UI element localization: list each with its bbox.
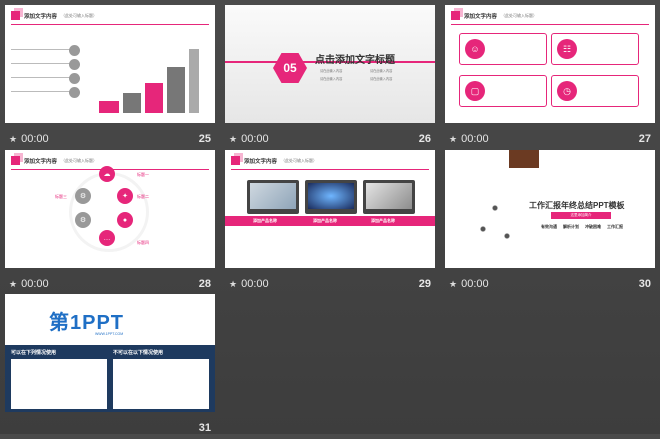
slide-subtitle: （此处可输入标题） (281, 157, 318, 163)
slide-canvas: 添加文字内容 （此处可输入标题） ☺ ☷ ▢ ◷ (445, 5, 655, 123)
slide-time: 00:00 (241, 133, 269, 145)
user-icon: ● (117, 212, 133, 228)
home-icon (69, 45, 80, 56)
slide-meta: ★ 00:00 26 (225, 124, 435, 150)
product-title: 添加产品名称 (371, 218, 395, 223)
slide-number: 31 (198, 422, 211, 434)
product-title: 添加产品名称 (253, 218, 277, 223)
slide-thumbnail-28[interactable]: 添加文字内容 （此处可输入标题） ☁ ⚙ ✦ ⚙ ● … 标题三 标题一 标题二 … (5, 150, 215, 295)
star-icon: ★ (229, 278, 238, 289)
label-1: 标题一 (137, 172, 149, 177)
slide-time: 00:00 (461, 133, 489, 145)
slide-meta: ★ 00:00 25 (5, 124, 215, 150)
brand-logo: 第1PPT (49, 312, 125, 334)
slide-time: 00:00 (21, 278, 49, 290)
bag-icon: ▢ (465, 81, 485, 101)
slide-title: 添加文字内容 (24, 13, 58, 20)
star-icon: ★ (449, 133, 458, 144)
slide-canvas: 添加文字内容 （此处可输入标题） ☁ ⚙ ✦ ⚙ ● … 标题三 标题一 标题二 … (5, 150, 215, 268)
laptop-image (363, 180, 415, 214)
chat-icon (69, 87, 80, 98)
slide-meta: ★ 00:00 28 (5, 269, 215, 295)
slide-thumbnail-26[interactable]: 05 点击添加文字标题 请在此输入内容 请在此输入内容 请在此输入内容 请在此输… (225, 5, 435, 150)
label-4: 标题四 (137, 240, 149, 245)
slide-thumbnail-29[interactable]: 添加文字内容 （此处可输入标题） 添加产品名称 添加产品名称 添加产品名称 ★ 00… (225, 150, 435, 295)
slide-subtitle: （此处可输入标题） (61, 157, 98, 163)
slide-canvas: 添加文字内容 （此处可输入标题） 添加产品名称 添加产品名称 添加产品名称 (225, 150, 435, 268)
slide-number: 27 (638, 133, 651, 145)
slide-meta: ★ 00:00 30 (445, 269, 655, 295)
clock-icon: ◷ (557, 81, 577, 101)
bullet-item: 请在此输入内容 (370, 77, 393, 81)
team-icon: ☷ (557, 39, 577, 59)
bullet-item: 请在此输入内容 (320, 77, 343, 81)
star-icon: ★ (9, 133, 18, 144)
slide-number: 25 (198, 133, 211, 145)
slide-subtitle: （此处可输入标题） (501, 12, 538, 18)
tag: 解析计划 (563, 224, 579, 229)
slide-time: 00:00 (461, 278, 489, 290)
label-2: 标题二 (137, 194, 149, 199)
settings-icon: ⚙ (75, 188, 91, 204)
slide-title: 添加文字内容 (24, 158, 58, 165)
cover-subtitle: 这里添加简介 (551, 212, 611, 219)
slide-meta: ★ 00:00 29 (225, 269, 435, 295)
slide-sorter-grid: 添加文字内容 （此处可输入标题） ★ 00:00 25 05 点击添加文字标题 … (0, 0, 660, 434)
section-number-hexagon: 05 (273, 53, 307, 83)
star-icon: ★ (9, 278, 18, 289)
star-icon: ★ (229, 133, 238, 144)
bullet-item: 请在此输入内容 (320, 69, 343, 73)
slide-meta: 31 (5, 413, 215, 439)
bullet-item: 请在此输入内容 (370, 69, 393, 73)
slide-title: 添加文字内容 (244, 158, 278, 165)
monitor-icon (69, 59, 80, 70)
slide-canvas: 第1PPT WWW.1PPT.COM 可以在下列情况使用 不可以在以下情况使用 (5, 294, 215, 412)
slide-thumbnail-31[interactable]: 第1PPT WWW.1PPT.COM 可以在下列情况使用 不可以在以下情况使用 … (5, 294, 215, 439)
lightbulb-icon: ✦ (117, 188, 133, 204)
section-heading: 点击添加文字标题 (315, 55, 395, 66)
allowed-heading: 可以在下列情况使用 (11, 350, 57, 356)
label-3: 标题三 (55, 194, 67, 199)
ants-image (465, 180, 525, 250)
slide-time: 00:00 (241, 278, 269, 290)
slide-canvas: 工作汇报年终总结PPT模板 这里添加简介 有效沟通 解析计划 冲破困难 工作汇报 (445, 150, 655, 268)
cloud-icon: ☁ (99, 166, 115, 182)
slide-number: 26 (418, 133, 431, 145)
brain-icon: ☺ (465, 39, 485, 59)
chat-icon: … (99, 230, 115, 246)
slide-number: 29 (418, 278, 431, 290)
slide-subtitle: （此处可输入标题） (61, 12, 98, 18)
gear-icon: ⚙ (75, 212, 91, 228)
cover-title: 工作汇报年终总结PPT模板 (529, 201, 625, 210)
cake-image (509, 150, 539, 168)
slide-canvas: 添加文字内容 （此处可输入标题） (5, 5, 215, 123)
tag: 冲破困难 (585, 224, 601, 229)
slide-meta: ★ 00:00 27 (445, 124, 655, 150)
slide-number: 28 (198, 278, 211, 290)
slide-title: 添加文字内容 (464, 13, 498, 20)
laptop-image (305, 180, 357, 214)
laptop-image (247, 180, 299, 214)
lightbulb-icon (69, 73, 80, 84)
tag: 工作汇报 (607, 224, 623, 229)
slide-canvas: 05 点击添加文字标题 请在此输入内容 请在此输入内容 请在此输入内容 请在此输… (225, 5, 435, 123)
star-icon: ★ (449, 278, 458, 289)
slide-time: 00:00 (21, 133, 49, 145)
slide-thumbnail-30[interactable]: 工作汇报年终总结PPT模板 这里添加简介 有效沟通 解析计划 冲破困难 工作汇报… (445, 150, 655, 295)
slide-thumbnail-27[interactable]: 添加文字内容 （此处可输入标题） ☺ ☷ ▢ ◷ ★ 00:00 27 (445, 5, 655, 150)
slide-thumbnail-25[interactable]: 添加文字内容 （此处可输入标题） ★ 00:00 25 (5, 5, 215, 150)
tag-row: 有效沟通 解析计划 冲破困难 工作汇报 (541, 224, 623, 230)
step-bar-chart (95, 45, 200, 113)
slide-number: 30 (638, 278, 651, 290)
product-title: 添加产品名称 (313, 218, 337, 223)
usage-panel: 可以在下列情况使用 不可以在以下情况使用 (5, 345, 215, 412)
brand-url: WWW.1PPT.COM (95, 332, 124, 336)
tag: 有效沟通 (541, 224, 557, 229)
forbidden-heading: 不可以在以下情况使用 (113, 350, 164, 356)
